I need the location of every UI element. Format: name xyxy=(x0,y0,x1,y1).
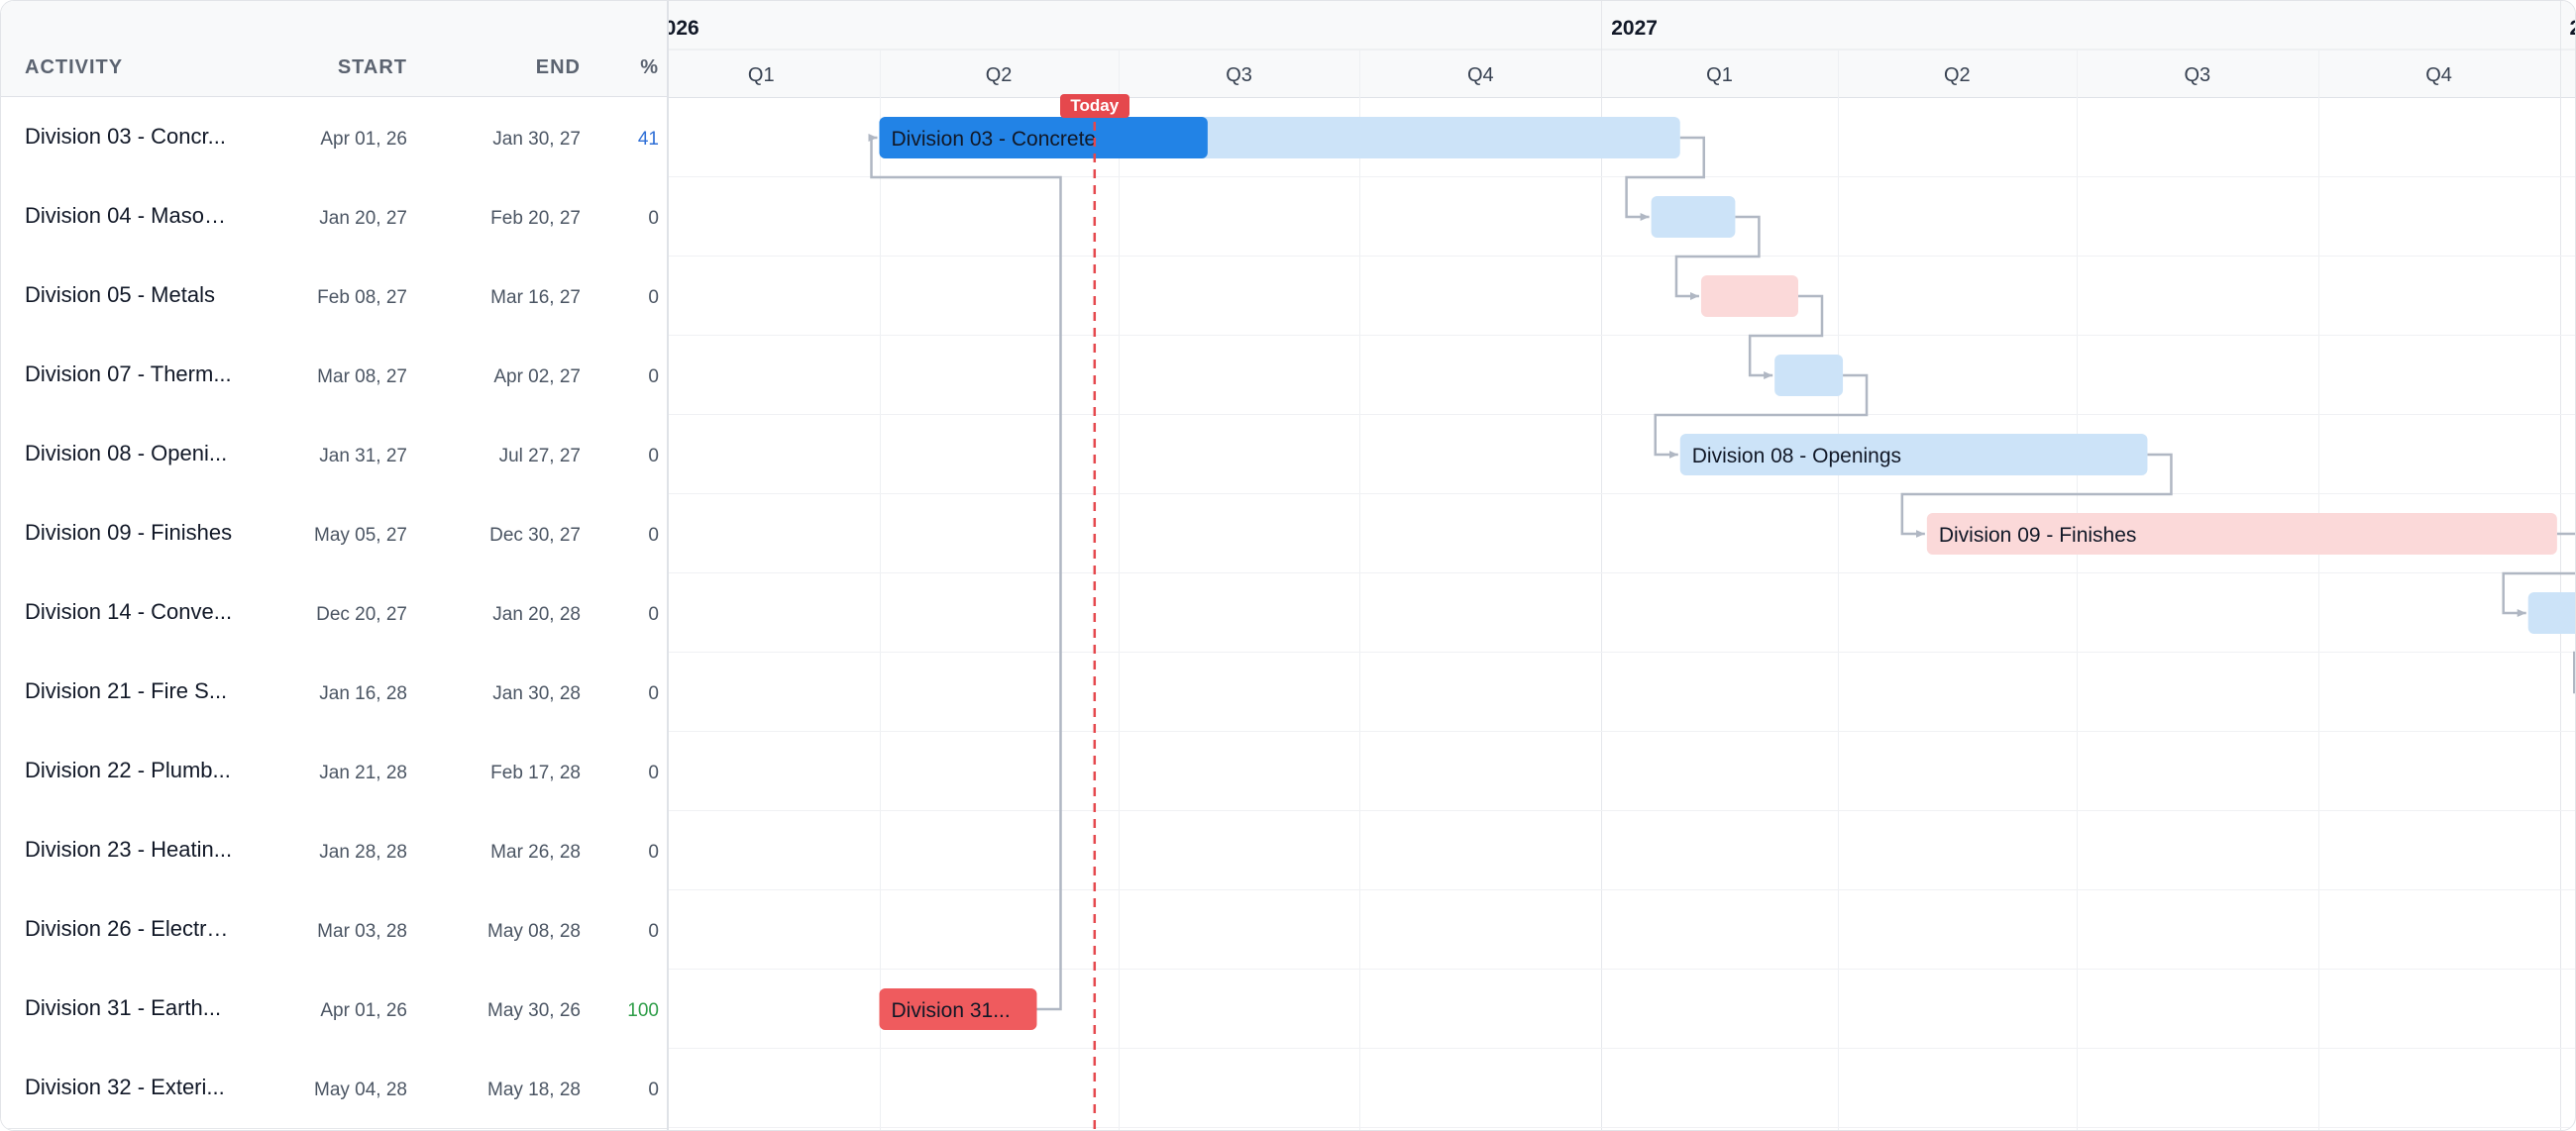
activity-percent: 0 xyxy=(648,763,659,783)
activity-name: Division 05 - Metals xyxy=(25,282,215,307)
table-header: ACTIVITY START END % xyxy=(1,1,667,97)
activity-percent: 100 xyxy=(627,1000,659,1021)
timeline-chart-area: 202620272028Q1Q2Q3Q4Q1Q2Q3Q4Q1 Today Div… xyxy=(669,1,2575,1130)
activity-end: Feb 20, 27 xyxy=(490,208,581,229)
activity-end: Apr 02, 27 xyxy=(493,366,581,387)
table-row[interactable]: Division 08 - Openi... Jan 31, 27 Jul 27, … xyxy=(1,415,667,495)
activity-end: May 18, 28 xyxy=(487,1080,581,1100)
activity-percent: 0 xyxy=(648,842,659,863)
activity-start: Apr 01, 26 xyxy=(320,129,407,150)
table-row[interactable]: Division 09 - Finishes May 05, 27 Dec 30, … xyxy=(1,494,667,574)
task-bar-label: Division 31... xyxy=(892,999,1011,1022)
task-bar[interactable] xyxy=(1700,275,1798,317)
activity-percent: 0 xyxy=(648,921,659,942)
activity-start: Jan 20, 27 xyxy=(319,208,407,229)
activity-name: Division 08 - Openi... xyxy=(25,441,228,465)
gantt-chart: ACTIVITY START END % Division 03 - Concr… xyxy=(0,0,2576,1131)
activity-name: Division 23 - Heatin... xyxy=(25,837,233,862)
activity-start: Mar 03, 28 xyxy=(317,921,407,942)
column-header-activity[interactable]: ACTIVITY xyxy=(25,56,123,79)
activity-end: Jan 30, 27 xyxy=(492,129,581,150)
activity-percent: 0 xyxy=(648,683,659,704)
activity-name: Division 07 - Therm... xyxy=(25,361,232,386)
activity-start: May 05, 27 xyxy=(314,525,407,546)
activity-name: Division 26 - Electrical xyxy=(25,916,233,941)
table-row[interactable]: Division 03 - Concr... Apr 01, 26 Jan 30, … xyxy=(1,98,667,178)
activity-end: Mar 16, 27 xyxy=(490,287,581,308)
activity-end: Jan 20, 28 xyxy=(492,604,581,625)
table-row[interactable]: Division 21 - Fire S... Jan 16, 28 Jan 30,… xyxy=(1,653,667,733)
activity-end: Jul 27, 27 xyxy=(498,446,581,466)
task-bar-fill xyxy=(1651,196,1736,238)
activity-end: May 08, 28 xyxy=(487,921,581,942)
column-header-percent[interactable]: % xyxy=(640,56,659,79)
activity-percent: 0 xyxy=(648,366,659,387)
activity-start: May 04, 28 xyxy=(314,1080,407,1100)
task-bar-label: Division 03 - Concrete xyxy=(892,128,1097,151)
column-header-end[interactable]: END xyxy=(536,56,581,79)
today-badge: Today xyxy=(1059,94,1129,118)
activity-name: Division 22 - Plumb... xyxy=(25,758,231,782)
task-bar[interactable] xyxy=(2527,592,2575,634)
table-row[interactable]: Division 05 - Metals Feb 08, 27 Mar 16, 27… xyxy=(1,257,667,337)
task-bar-fill xyxy=(1700,275,1798,317)
activity-start: Dec 20, 27 xyxy=(316,604,407,625)
activity-end: Feb 17, 28 xyxy=(490,763,581,783)
activity-name: Division 14 - Conve... xyxy=(25,599,233,624)
activity-name: Division 31 - Earth... xyxy=(25,995,222,1020)
table-row[interactable]: Division 32 - Exteri... May 04, 28 May 18,… xyxy=(1,1049,667,1129)
task-bar[interactable]: Division 31... xyxy=(879,988,1037,1030)
activity-start: Jan 21, 28 xyxy=(319,763,407,783)
activity-end: May 30, 26 xyxy=(487,1000,581,1021)
chart-canvas: Division 03 - Concrete Division 08 - Open… xyxy=(669,1,2575,1130)
activity-percent: 0 xyxy=(648,525,659,546)
task-bar-label: Division 09 - Finishes xyxy=(1939,524,2137,547)
table-row[interactable]: Division 23 - Heatin... Jan 28, 28 Mar 26,… xyxy=(1,811,667,891)
activity-start: Apr 01, 26 xyxy=(320,1000,407,1021)
activity-percent: 0 xyxy=(648,208,659,229)
activity-percent: 0 xyxy=(648,287,659,308)
task-bar-fill xyxy=(1774,355,1844,396)
activity-end: Jan 30, 28 xyxy=(492,683,581,704)
activity-percent: 41 xyxy=(637,129,659,150)
activity-table: ACTIVITY START END % Division 03 - Concr… xyxy=(1,1,669,1130)
column-header-start[interactable]: START xyxy=(338,56,407,79)
activity-start: Feb 08, 27 xyxy=(317,287,407,308)
activity-end: Mar 26, 28 xyxy=(490,842,581,863)
activity-percent: 0 xyxy=(648,604,659,625)
table-row[interactable]: Division 26 - Electrical Mar 03, 28 May 08… xyxy=(1,890,667,971)
activity-end: Dec 30, 27 xyxy=(489,525,581,546)
task-bar[interactable]: Division 08 - Openings xyxy=(1679,434,2148,475)
table-row[interactable]: Division 04 - Masonry Jan 20, 27 Feb 20, 2… xyxy=(1,177,667,257)
activity-name: Division 32 - Exteri... xyxy=(25,1075,225,1099)
activity-percent: 0 xyxy=(648,446,659,466)
task-bar[interactable] xyxy=(1651,196,1736,238)
table-row[interactable]: Division 07 - Therm... Mar 08, 27 Apr 02, … xyxy=(1,336,667,416)
activity-start: Jan 28, 28 xyxy=(319,842,407,863)
activity-name: Division 04 - Masonry xyxy=(25,203,233,228)
activity-start: Mar 08, 27 xyxy=(317,366,407,387)
task-bar-label: Division 08 - Openings xyxy=(1692,445,1901,467)
activity-name: Division 21 - Fire S... xyxy=(25,678,228,703)
table-row[interactable]: Division 31 - Earth... Apr 01, 26 May 30, … xyxy=(1,970,667,1050)
task-bar[interactable]: Division 09 - Finishes xyxy=(1926,513,2557,555)
task-bar[interactable] xyxy=(1774,355,1844,396)
table-row[interactable]: Division 14 - Conve... Dec 20, 27 Jan 20, … xyxy=(1,573,667,654)
task-bar[interactable]: Division 03 - Concrete xyxy=(879,117,1680,158)
activity-percent: 0 xyxy=(648,1080,659,1100)
table-row[interactable]: Division 22 - Plumb... Jan 21, 28 Feb 17, … xyxy=(1,732,667,812)
activity-start: Jan 31, 27 xyxy=(319,446,407,466)
activity-start: Jan 16, 28 xyxy=(319,683,407,704)
task-bar-fill xyxy=(2527,592,2575,634)
activity-name: Division 03 - Concr... xyxy=(25,124,226,149)
activity-name: Division 09 - Finishes xyxy=(25,520,233,545)
